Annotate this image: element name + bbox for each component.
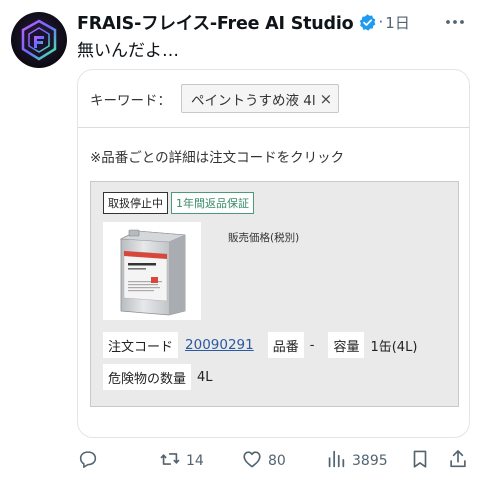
keyword-chip[interactable]: ペイントうすめ液 4l × — [181, 84, 340, 113]
more-icon[interactable] — [442, 11, 468, 33]
keyword-chip-text: ペイントうすめ液 4l — [191, 92, 316, 109]
repost-count: 14 — [186, 453, 204, 469]
like-icon — [241, 448, 263, 474]
keyword-row: キーワード： ペイントうすめ液 4l × — [90, 84, 340, 113]
capacity-value: 1缶(4L) — [370, 339, 418, 355]
avatar[interactable] — [11, 12, 67, 68]
embedded-image-card[interactable]: キーワード： ペイントうすめ液 4l × ※品番ごとの詳細は注文コードをクリック… — [77, 69, 470, 438]
reply-icon — [77, 448, 99, 474]
hazard-value: 4L — [197, 369, 213, 385]
bookmark-button[interactable] — [409, 448, 431, 474]
share-icon — [447, 448, 469, 474]
post-time[interactable]: 1日 — [385, 12, 410, 33]
repost-button[interactable]: 14 — [159, 448, 204, 474]
order-code-link[interactable]: 20090291 — [185, 337, 254, 353]
share-button[interactable] — [447, 448, 469, 474]
views-button[interactable]: 3895 — [325, 448, 388, 474]
part-no-value: - — [309, 337, 315, 353]
close-icon[interactable]: × — [320, 90, 333, 108]
like-button[interactable]: 80 — [241, 448, 286, 474]
separator-dot: · — [378, 13, 384, 31]
product-image[interactable] — [103, 222, 201, 320]
views-count: 3895 — [352, 453, 388, 469]
action-bar: 14 80 3895 — [77, 448, 470, 474]
spec-row: 危険物の数量 4L — [103, 364, 213, 390]
product-box: 取扱停止中 1年間返品保証 販売価格(税別) 注文コード 20090291 品番… — [90, 181, 459, 407]
author-name[interactable]: FRAIS-フレイス-Free AI Studio — [77, 10, 354, 35]
divider — [78, 127, 469, 128]
bookmark-icon — [409, 448, 431, 474]
like-count: 80 — [268, 453, 286, 469]
views-icon — [325, 448, 347, 474]
hazard-label: 危険物の数量 — [103, 364, 192, 390]
order-code-label: 注文コード — [103, 332, 179, 358]
capacity-label: 容量 — [328, 332, 365, 358]
post-text: 無いんだよ… — [77, 41, 179, 61]
verified-badge-icon — [358, 13, 377, 32]
badge-group: 取扱停止中 1年間返品保証 — [103, 192, 254, 214]
reply-button[interactable] — [77, 448, 104, 474]
post-header: FRAIS-フレイス-Free AI Studio · 1日 — [77, 9, 468, 35]
price-label: 販売価格(税別) — [228, 232, 300, 244]
return-guarantee-badge: 1年間返品保証 — [171, 192, 254, 214]
discontinued-badge: 取扱停止中 — [103, 192, 168, 214]
repost-icon — [159, 448, 181, 474]
order-code-note: ※品番ごとの詳細は注文コードをクリック — [90, 150, 345, 166]
keyword-label: キーワード： — [90, 92, 171, 109]
spec-row: 注文コード 20090291 品番 - 容量 1缶(4L) — [103, 332, 417, 358]
part-no-label: 品番 — [267, 332, 304, 358]
